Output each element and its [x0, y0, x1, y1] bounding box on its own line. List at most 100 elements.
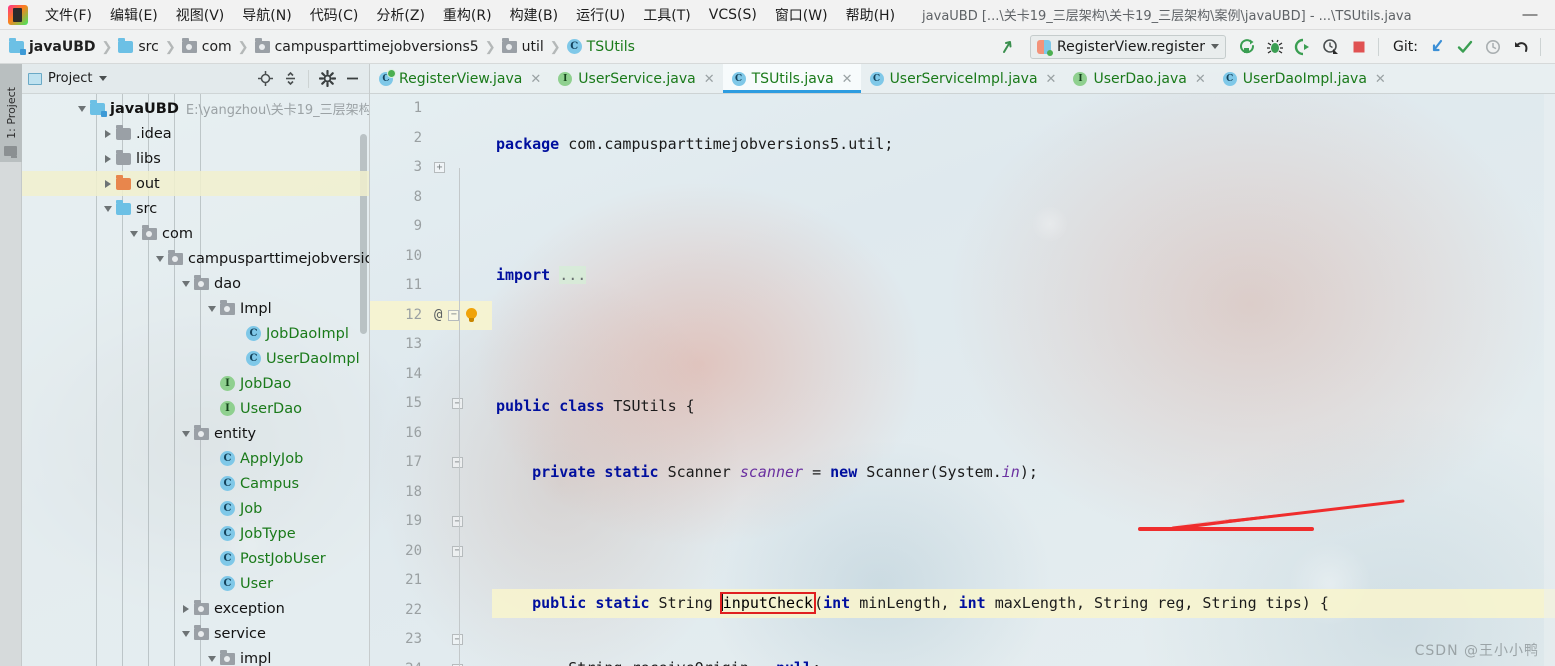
debug-icon[interactable] — [1262, 35, 1288, 59]
menu-build[interactable]: 构建(B) — [501, 2, 568, 28]
tree-item-userdaoimpl[interactable]: C UserDaoImpl — [22, 346, 369, 371]
editor-tab-userservice[interactable]: I UserService.java ✕ — [549, 64, 722, 93]
breadcrumb-item-campusparttimejobversions5[interactable]: campusparttimejobversions5 — [252, 37, 482, 55]
chevron-down-icon[interactable] — [178, 426, 194, 442]
close-icon[interactable]: ✕ — [1375, 72, 1386, 85]
editor-tab-registerview[interactable]: C RegisterView.java ✕ — [370, 64, 549, 93]
profiler-icon[interactable] — [1318, 35, 1344, 59]
tree-item-user[interactable]: C User — [22, 571, 369, 596]
fold-collapse-icon[interactable]: − — [452, 634, 463, 646]
fold-collapse-icon[interactable]: − — [452, 545, 463, 557]
editor-tab-userdao[interactable]: I UserDao.java ✕ — [1064, 64, 1213, 93]
update-project-icon[interactable] — [1424, 35, 1450, 59]
fold-collapse-icon[interactable]: − — [448, 309, 460, 321]
run-with-coverage-icon[interactable] — [1290, 35, 1316, 59]
fold-collapse-icon[interactable]: − — [452, 457, 463, 469]
chevron-right-icon[interactable] — [100, 176, 116, 192]
chevron-right-icon[interactable] — [178, 601, 194, 617]
minimize-button[interactable]: — — [1515, 7, 1545, 22]
editor-scrollbar[interactable] — [1544, 94, 1555, 666]
run-configuration-selector[interactable]: RegisterView.register — [1030, 34, 1227, 59]
commit-icon[interactable] — [1452, 35, 1478, 59]
tree-item-javaubd[interactable]: javaUBD E:\yangzhou\关卡19_三层架构 — [22, 96, 369, 121]
breadcrumb-item-tsutils[interactable]: C TSUtils — [564, 39, 638, 55]
tool-window-tab-project[interactable]: 1: Project — [0, 64, 22, 162]
chevron-down-icon[interactable] — [204, 301, 220, 317]
menu-view[interactable]: 视图(V) — [167, 2, 234, 28]
chevron-down-icon[interactable] — [178, 626, 194, 642]
chevron-down-icon[interactable] — [152, 251, 168, 267]
close-icon[interactable]: ✕ — [1046, 72, 1057, 85]
tree-item-campus[interactable]: C Campus — [22, 471, 369, 496]
chevron-down-icon[interactable] — [100, 201, 116, 217]
chevron-down-icon[interactable] — [126, 226, 142, 242]
tree-item-libs[interactable]: libs — [22, 146, 369, 171]
editor-tab-label: UserServiceImpl.java — [889, 70, 1038, 87]
intention-bulb-icon[interactable] — [465, 307, 478, 323]
tree-item-campusparttimejobversions[interactable]: campusparttimejobversions — [22, 246, 369, 271]
chevron-down-icon[interactable] — [74, 101, 90, 117]
tree-item-service[interactable]: service — [22, 621, 369, 646]
tree-item-userdao[interactable]: I UserDao — [22, 396, 369, 421]
close-icon[interactable]: ✕ — [704, 72, 715, 85]
tree-item-postjobuser[interactable]: C PostJobUser — [22, 546, 369, 571]
tree-item-src[interactable]: src — [22, 196, 369, 221]
locate-icon[interactable] — [254, 68, 276, 90]
tree-item-jobtype[interactable]: C JobType — [22, 521, 369, 546]
tree-item-jobdao[interactable]: I JobDao — [22, 371, 369, 396]
fold-collapse-icon[interactable]: − — [452, 398, 463, 410]
breadcrumb-item-util[interactable]: util — [499, 37, 547, 55]
tree-item-out[interactable]: out — [22, 171, 369, 196]
menu-help[interactable]: 帮助(H) — [837, 2, 904, 28]
tree-item-com[interactable]: com — [22, 221, 369, 246]
tree-item-entity[interactable]: entity — [22, 421, 369, 446]
tree-item-idea[interactable]: .idea — [22, 121, 369, 146]
back-arrow-icon[interactable] — [996, 35, 1022, 59]
tree-item-jobdaoimpl[interactable]: C JobDaoImpl — [22, 321, 369, 346]
chevron-down-icon[interactable] — [99, 76, 108, 81]
history-icon[interactable] — [1480, 35, 1506, 59]
tree-item-job[interactable]: C Job — [22, 496, 369, 521]
menu-tools[interactable]: 工具(T) — [634, 2, 699, 28]
tree-item-dao[interactable]: dao — [22, 271, 369, 296]
editor-tab-tsutils[interactable]: C TSUtils.java ✕ — [722, 64, 861, 93]
editor-tab-userserviceimpl[interactable]: C UserServiceImpl.java ✕ — [861, 64, 1065, 93]
run-icon[interactable] — [1234, 35, 1260, 59]
code-editor[interactable]: 1 2 3 8 9 10 11 12 13 14 15 16 17 18 19 … — [370, 94, 1555, 666]
close-icon[interactable]: ✕ — [842, 72, 853, 85]
menu-edit[interactable]: 编辑(E) — [101, 2, 167, 28]
menu-navigate[interactable]: 导航(N) — [233, 2, 300, 28]
menu-refactor[interactable]: 重构(R) — [434, 2, 501, 28]
menu-window[interactable]: 窗口(W) — [766, 2, 837, 28]
settings-gear-icon[interactable] — [316, 68, 338, 90]
editor-tab-userdaoimpl[interactable]: C UserDaoImpl.java ✕ — [1214, 64, 1394, 93]
menu-code[interactable]: 代码(C) — [301, 2, 368, 28]
fold-expand-icon[interactable]: + — [434, 162, 445, 174]
menu-file[interactable]: 文件(F) — [36, 2, 101, 28]
fold-collapse-icon[interactable]: − — [452, 516, 463, 528]
chevron-right-icon[interactable] — [100, 126, 116, 142]
collapse-all-icon[interactable] — [279, 68, 301, 90]
breadcrumb-item-src[interactable]: src — [115, 37, 161, 55]
chevron-right-icon[interactable] — [100, 151, 116, 167]
chevron-down-icon[interactable] — [204, 651, 220, 666]
breadcrumb-item-com[interactable]: com — [179, 37, 235, 55]
menu-vcs[interactable]: VCS(S) — [700, 4, 766, 26]
code-text[interactable]: package com.campusparttimejobversions5.u… — [492, 94, 1555, 666]
project-tree[interactable]: javaUBD E:\yangzhou\关卡19_三层架构 .idea libs… — [22, 94, 369, 666]
menu-run[interactable]: 运行(U) — [567, 2, 634, 28]
close-icon[interactable]: ✕ — [530, 72, 541, 85]
tree-item-impl-service[interactable]: impl — [22, 646, 369, 666]
tree-item-impl-dao[interactable]: Impl — [22, 296, 369, 321]
chevron-down-icon[interactable] — [178, 276, 194, 292]
hide-panel-icon[interactable] — [341, 68, 363, 90]
highlighted-symbol[interactable]: inputCheck — [719, 591, 817, 614]
stop-icon[interactable] — [1346, 35, 1372, 59]
tree-item-applyjob[interactable]: C ApplyJob — [22, 446, 369, 471]
breadcrumb-item-module[interactable]: javaUBD — [6, 37, 98, 55]
close-icon[interactable]: ✕ — [1195, 72, 1206, 85]
menu-analyze[interactable]: 分析(Z) — [367, 2, 434, 28]
tree-item-exception[interactable]: exception — [22, 596, 369, 621]
rollback-icon[interactable] — [1508, 35, 1534, 59]
fold-gutter[interactable]: + @ − − − − − − — [430, 94, 492, 666]
